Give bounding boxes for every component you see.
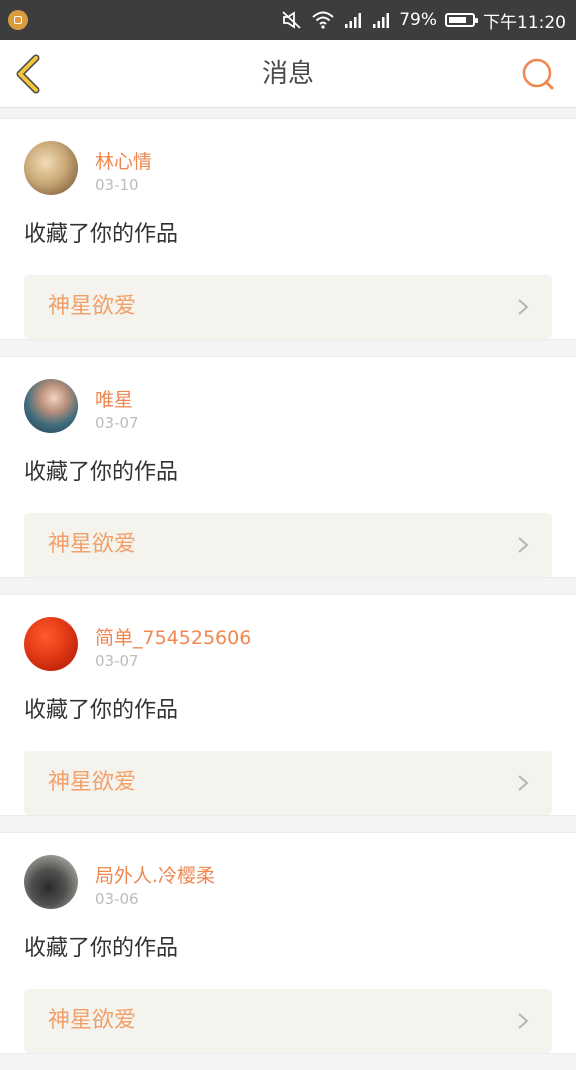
message-date: 03-07 — [95, 414, 139, 432]
battery-percent: 79% — [399, 10, 437, 30]
work-title: 神星欲爱 — [48, 1008, 137, 1033]
work-link[interactable]: 神星欲爱 — [24, 989, 552, 1053]
work-title: 神星欲爱 — [48, 770, 137, 795]
avatar[interactable] — [24, 379, 78, 433]
avatar[interactable] — [24, 617, 78, 671]
search-button[interactable] — [520, 56, 556, 92]
message-date: 03-10 — [95, 176, 139, 194]
message-card: 唯星 03-07 收藏了你的作品 神星欲爱 — [0, 356, 576, 578]
user-name[interactable]: 局外人.冷樱柔 — [95, 861, 215, 888]
work-title: 神星欲爱 — [48, 294, 137, 319]
clock: 下午11:20 — [483, 12, 566, 33]
message-list[interactable]: 林心情 03-10 收藏了你的作品 神星欲爱 唯星 03-07 收藏了你的作品 … — [0, 118, 576, 1070]
nav-header: 消息 — [0, 40, 576, 108]
chevron-right-icon — [518, 299, 529, 315]
app-notification-icon — [8, 10, 28, 30]
message-date: 03-07 — [95, 652, 139, 670]
battery-level-fill — [449, 17, 466, 23]
search-icon — [522, 58, 554, 90]
signal-icon — [373, 13, 390, 28]
work-link[interactable]: 神星欲爱 — [24, 751, 552, 815]
chevron-right-icon — [518, 775, 529, 791]
status-bar: 79% 下午11:20 — [0, 0, 576, 40]
mute-icon — [282, 11, 301, 29]
message-action: 收藏了你的作品 — [24, 698, 179, 723]
wifi-icon — [312, 11, 334, 29]
user-name[interactable]: 唯星 — [95, 385, 133, 412]
user-name[interactable]: 林心情 — [95, 147, 152, 174]
battery-icon — [445, 13, 478, 27]
message-card: 局外人.冷樱柔 03-06 收藏了你的作品 神星欲爱 — [0, 832, 576, 1054]
page-title: 消息 — [261, 59, 314, 89]
avatar[interactable] — [24, 855, 78, 909]
chevron-right-icon — [518, 1013, 529, 1029]
message-card: 简单_754525606 03-07 收藏了你的作品 神星欲爱 — [0, 594, 576, 816]
message-date: 03-06 — [95, 890, 139, 908]
message-action: 收藏了你的作品 — [24, 936, 179, 961]
work-link[interactable]: 神星欲爱 — [24, 513, 552, 577]
avatar[interactable] — [24, 141, 78, 195]
user-name[interactable]: 简单_754525606 — [95, 623, 251, 650]
work-title: 神星欲爱 — [48, 532, 137, 557]
status-icons: 79% 下午11:20 — [281, 0, 566, 40]
work-link[interactable]: 神星欲爱 — [24, 275, 552, 339]
message-action: 收藏了你的作品 — [24, 460, 179, 485]
chevron-right-icon — [518, 537, 529, 553]
message-card: 林心情 03-10 收藏了你的作品 神星欲爱 — [0, 118, 576, 340]
message-action: 收藏了你的作品 — [24, 222, 179, 247]
signal-icon — [345, 13, 362, 28]
